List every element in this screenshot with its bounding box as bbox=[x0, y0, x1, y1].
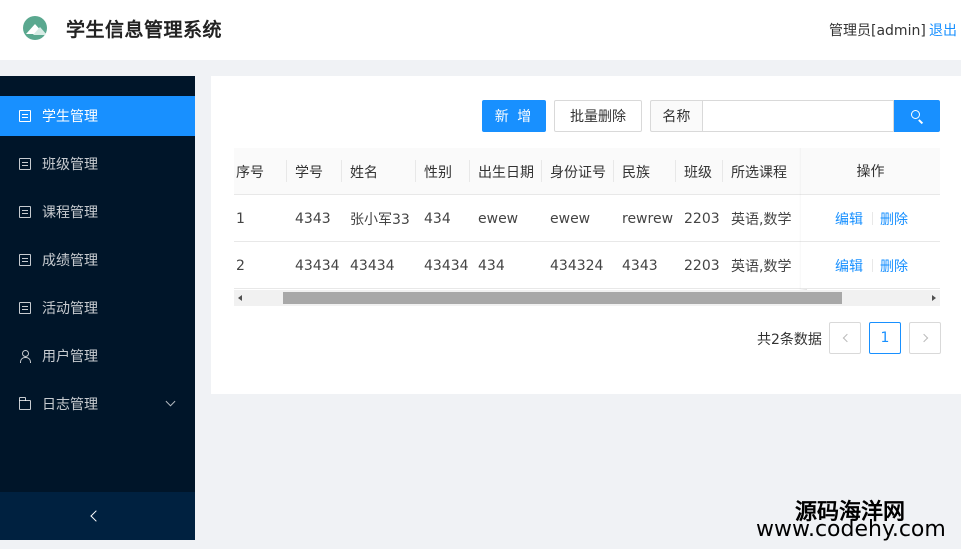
sidebar-item-label: 课程管理 bbox=[42, 205, 98, 221]
delete-link[interactable]: 删除 bbox=[880, 209, 908, 229]
file-list-icon bbox=[19, 254, 31, 266]
sidebar-item-log[interactable]: 日志管理 bbox=[0, 384, 195, 424]
file-list-icon bbox=[19, 302, 31, 314]
action-divider bbox=[872, 259, 873, 272]
search-group: 名称 bbox=[650, 100, 940, 132]
search-button[interactable] bbox=[894, 100, 940, 132]
cell-courses: 英语,数学 bbox=[731, 258, 792, 275]
column-header: 民族 bbox=[613, 148, 650, 195]
cell-birthdate: 434 bbox=[478, 257, 505, 274]
file-list-icon bbox=[19, 206, 31, 218]
column-header: 所选课程 bbox=[722, 148, 787, 195]
search-addon-label: 名称 bbox=[650, 100, 702, 132]
next-page-button[interactable] bbox=[909, 322, 941, 354]
edit-link[interactable]: 编辑 bbox=[835, 209, 863, 229]
cell-ethnicity: 4343 bbox=[622, 257, 658, 274]
edit-link[interactable]: 编辑 bbox=[835, 256, 863, 276]
cell-name: 张小军33 bbox=[350, 211, 410, 228]
sidebar-item-user[interactable]: 用户管理 bbox=[0, 336, 195, 376]
sidebar-item-label: 成绩管理 bbox=[42, 253, 98, 269]
scroll-left-icon[interactable] bbox=[238, 295, 242, 301]
sidebar-item-label: 用户管理 bbox=[42, 349, 98, 365]
chevron-down-icon bbox=[165, 396, 176, 407]
cell-index: 1 bbox=[236, 210, 245, 227]
cell-gender: 43434 bbox=[424, 257, 469, 274]
cell-class: 2203 bbox=[684, 210, 720, 227]
add-button[interactable]: 新 增 bbox=[482, 100, 546, 132]
scroll-right-icon[interactable] bbox=[932, 295, 936, 301]
sidebar-item-student[interactable]: 学生管理 bbox=[0, 96, 195, 136]
cell-name: 43434 bbox=[350, 257, 395, 274]
sidebar-item-activity[interactable]: 活动管理 bbox=[0, 288, 195, 328]
column-header: 出生日期 bbox=[469, 148, 534, 195]
cell-class: 2203 bbox=[684, 257, 720, 274]
current-user-label: 管理员[admin] bbox=[829, 23, 926, 39]
row-actions: 编辑 删除 bbox=[801, 195, 940, 242]
sidebar-collapse-button[interactable] bbox=[0, 492, 195, 540]
column-header-actions: 操作 bbox=[801, 148, 940, 195]
page-button-current[interactable]: 1 bbox=[869, 322, 901, 354]
sidebar-item-score[interactable]: 成绩管理 bbox=[0, 240, 195, 280]
cell-ethnicity: rewrew bbox=[622, 210, 674, 227]
user-icon bbox=[19, 350, 31, 363]
column-header: 序号 bbox=[236, 164, 264, 181]
column-header: 姓名 bbox=[341, 148, 378, 195]
fixed-actions-column: 操作 编辑 删除 编辑 删除 bbox=[801, 148, 940, 290]
cell-gender: 434 bbox=[424, 210, 451, 227]
delete-link[interactable]: 删除 bbox=[880, 256, 908, 276]
sidebar: 学生管理 班级管理 课程管理 成绩管理 活动管理 用户管理 日志管理 bbox=[0, 76, 195, 540]
cell-student-no: 43434 bbox=[295, 257, 340, 274]
row-actions: 编辑 删除 bbox=[801, 242, 940, 289]
folder-icon bbox=[19, 397, 31, 410]
logout-link[interactable]: 退出 bbox=[929, 20, 957, 40]
horizontal-scrollbar[interactable] bbox=[234, 290, 940, 306]
chevron-right-icon bbox=[919, 333, 928, 343]
app-logo-icon bbox=[23, 16, 47, 40]
sidebar-item-label: 日志管理 bbox=[42, 397, 98, 413]
chevron-left-icon bbox=[90, 510, 102, 522]
top-header: 学生信息管理系统 管理员[admin] 退出 bbox=[0, 0, 961, 60]
file-list-icon bbox=[19, 110, 31, 122]
sidebar-item-class[interactable]: 班级管理 bbox=[0, 144, 195, 184]
pagination-total: 共2条数据 bbox=[757, 332, 822, 348]
sidebar-item-label: 学生管理 bbox=[42, 109, 98, 125]
cell-index: 2 bbox=[236, 257, 245, 274]
cell-id-number: ewew bbox=[550, 210, 591, 227]
batch-delete-button[interactable]: 批量删除 bbox=[554, 100, 642, 132]
cell-birthdate: ewew bbox=[478, 210, 519, 227]
column-header: 身份证号 bbox=[541, 148, 606, 195]
content-card: 新 增 批量删除 名称 序号 学号 姓名 性别 出生日期 身份证号 民族 班级 … bbox=[211, 76, 961, 394]
app-title: 学生信息管理系统 bbox=[66, 19, 223, 41]
cell-id-number: 434324 bbox=[550, 257, 604, 274]
column-header: 班级 bbox=[675, 148, 712, 195]
sidebar-item-label: 班级管理 bbox=[42, 157, 98, 173]
prev-page-button[interactable] bbox=[829, 322, 861, 354]
watermark-url: www.codehy.com bbox=[756, 517, 946, 542]
search-icon bbox=[911, 110, 921, 119]
sidebar-item-course[interactable]: 课程管理 bbox=[0, 192, 195, 232]
column-header: 学号 bbox=[286, 148, 323, 195]
column-header: 性别 bbox=[415, 148, 452, 195]
cell-courses: 英语,数学 bbox=[731, 211, 792, 228]
chevron-left-icon bbox=[842, 333, 851, 343]
file-list-icon bbox=[19, 158, 31, 170]
search-input[interactable] bbox=[701, 100, 895, 132]
student-table: 序号 学号 姓名 性别 出生日期 身份证号 民族 班级 所选课程 1 4343 … bbox=[234, 148, 940, 306]
cell-student-no: 4343 bbox=[295, 210, 331, 227]
scrollbar-thumb[interactable] bbox=[283, 292, 842, 304]
sidebar-item-label: 活动管理 bbox=[42, 301, 98, 317]
action-divider bbox=[872, 212, 873, 225]
